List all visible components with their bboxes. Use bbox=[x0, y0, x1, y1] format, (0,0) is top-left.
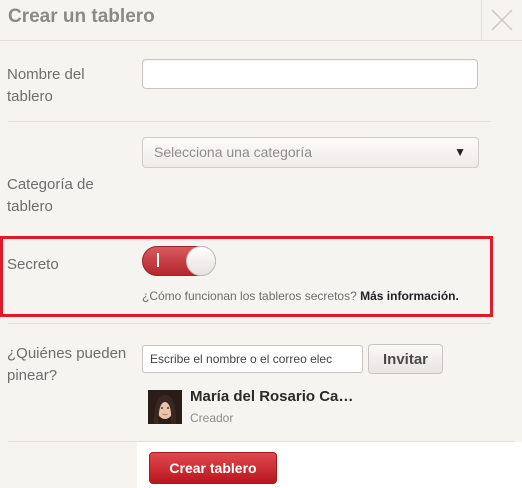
create-board-button[interactable]: Crear tablero bbox=[149, 452, 277, 484]
toggle-knob bbox=[186, 246, 216, 276]
category-label: Categoría de tablero bbox=[7, 174, 94, 218]
secret-help-text: ¿Cómo funcionan los tableros secretos? bbox=[142, 289, 357, 303]
secret-label: Secreto bbox=[7, 256, 59, 273]
dialog-header: Crear un tablero bbox=[0, 0, 522, 41]
secret-toggle[interactable] bbox=[142, 246, 216, 276]
dialog-title: Crear un tablero bbox=[8, 6, 155, 27]
collaborator-role: Creador bbox=[190, 411, 234, 425]
divider bbox=[8, 121, 491, 122]
invite-button[interactable]: Invitar bbox=[368, 344, 443, 374]
pinners-label: ¿Quiénes pueden pinear? bbox=[7, 343, 126, 387]
board-name-label-line1: Nombre del bbox=[7, 66, 85, 83]
pinners-label-line1: ¿Quiénes pueden bbox=[7, 345, 127, 362]
more-info-link[interactable]: Más información. bbox=[360, 289, 459, 303]
toggle-on-mark bbox=[157, 253, 159, 267]
close-icon bbox=[491, 9, 513, 31]
secret-help: ¿Cómo funcionan los tableros secretos? M… bbox=[142, 289, 459, 303]
category-label-line2: tablero bbox=[7, 198, 53, 215]
create-board-dialog: Crear un tablero Nombre del tablero Sele… bbox=[0, 0, 522, 488]
avatar bbox=[148, 390, 182, 424]
secret-highlight-box bbox=[0, 236, 493, 317]
board-name-label: Nombre del tablero bbox=[7, 64, 85, 108]
close-button[interactable] bbox=[481, 0, 522, 40]
invite-input[interactable] bbox=[142, 345, 363, 373]
category-select-value: Selecciona una categoría bbox=[154, 144, 312, 160]
board-name-input[interactable] bbox=[142, 59, 478, 89]
category-select[interactable]: Selecciona una categoría ▼ bbox=[142, 137, 479, 168]
collaborator-name[interactable]: María del Rosario Ca… bbox=[190, 388, 353, 405]
chevron-down-icon: ▼ bbox=[454, 145, 466, 159]
pinners-label-line2: pinear? bbox=[7, 367, 58, 384]
avatar-image bbox=[148, 390, 182, 424]
board-name-label-line2: tablero bbox=[7, 88, 53, 105]
divider bbox=[8, 323, 491, 324]
category-label-line1: Categoría de bbox=[7, 176, 94, 193]
